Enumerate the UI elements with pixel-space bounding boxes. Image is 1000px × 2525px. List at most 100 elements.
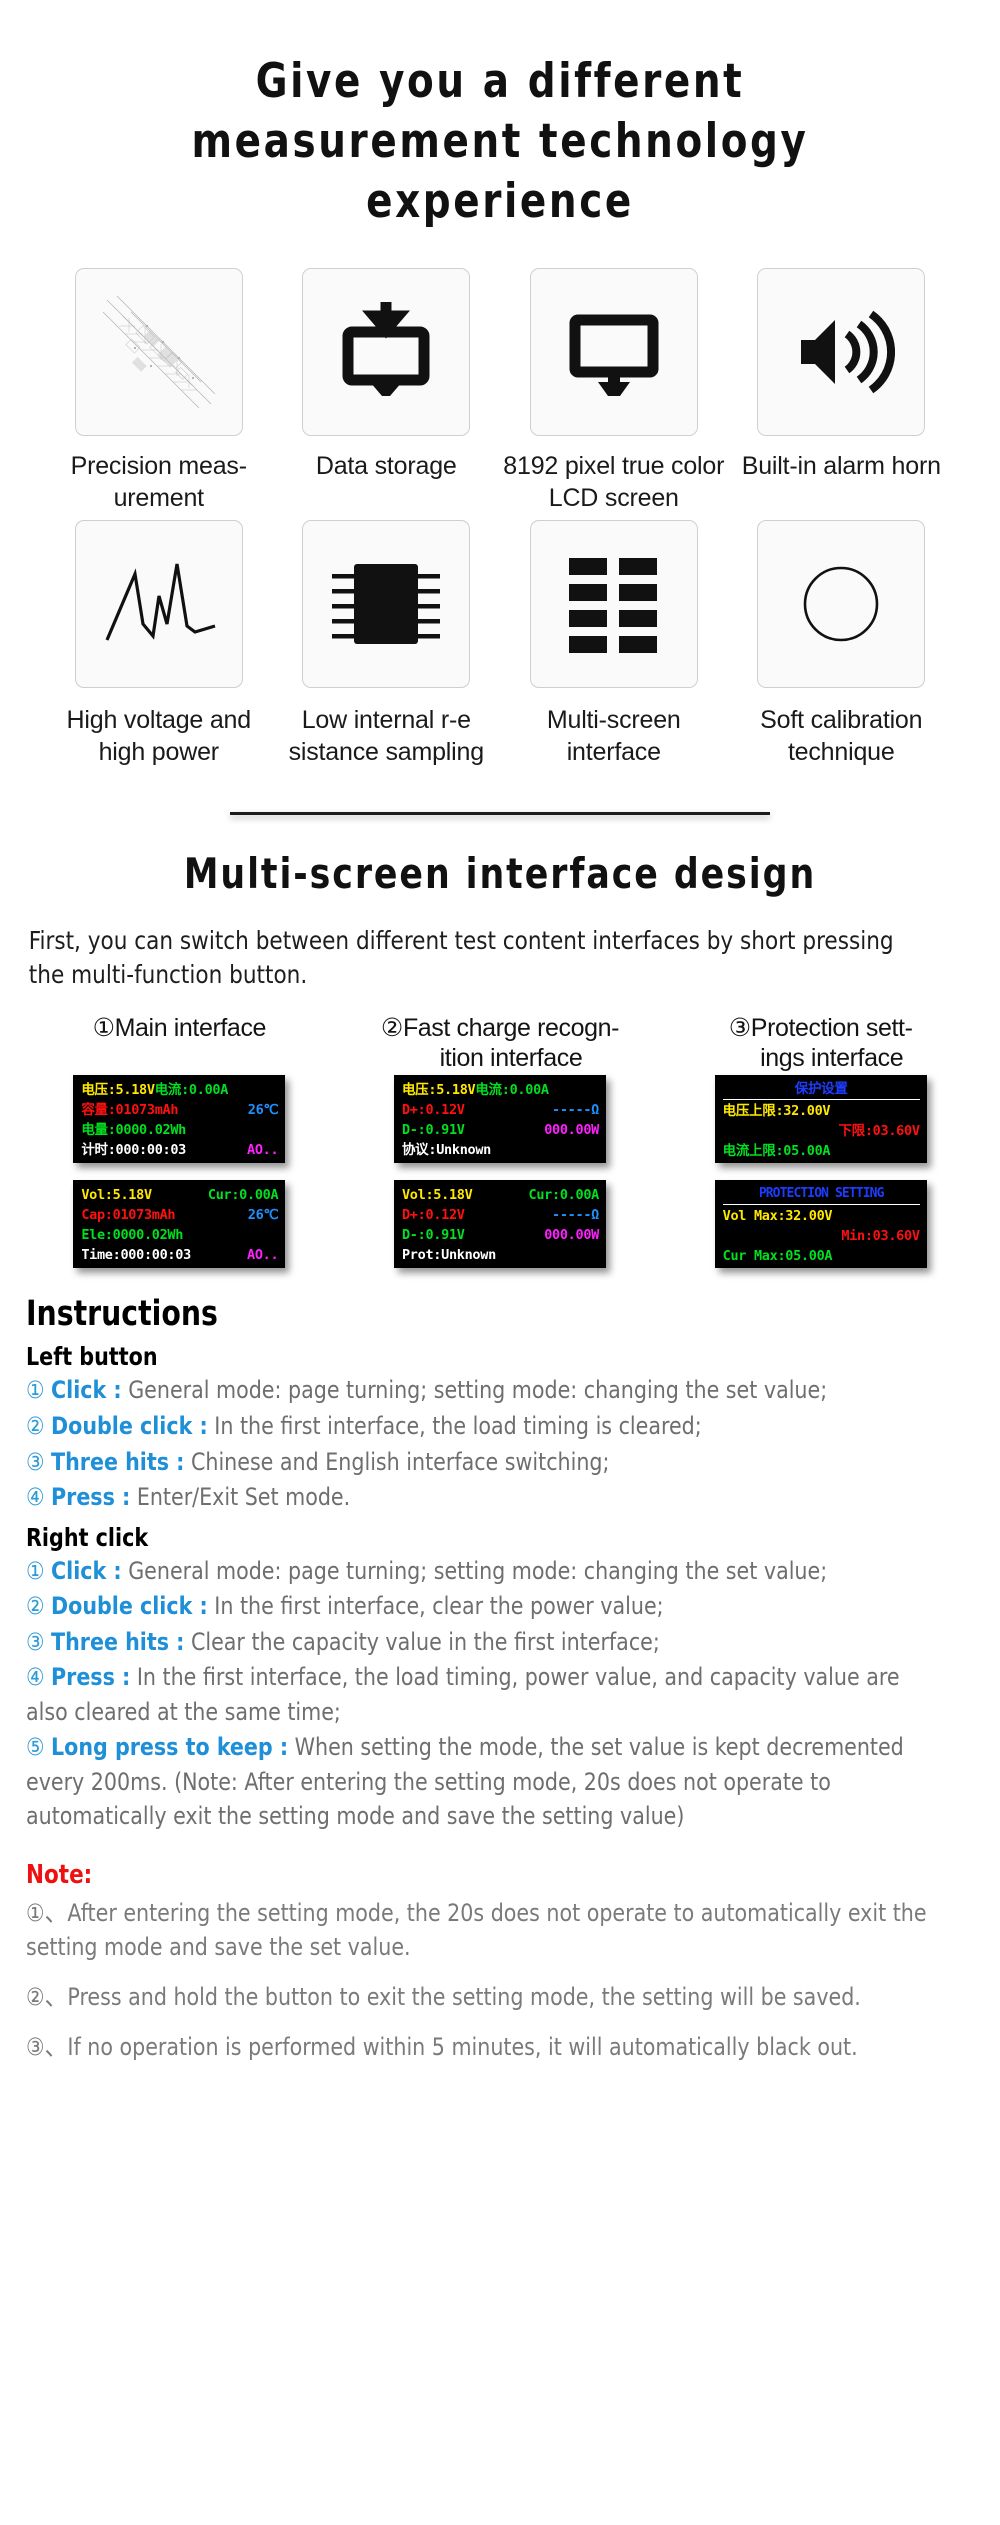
feature-icon-box	[74, 520, 243, 689]
lcd-cell: 电流:0.00A	[154, 1082, 229, 1099]
lcd-cell: D+:0.12V	[401, 1102, 465, 1119]
lcd-cell: 000.00W	[544, 1227, 599, 1244]
instructions-title: Instructions	[26, 1294, 218, 1335]
lcd-cell: Vol Max:32.00V	[722, 1208, 833, 1225]
feature-icon-box	[74, 268, 243, 437]
lcd-cell: Cur Max:05.00A	[722, 1248, 833, 1265]
lcd-screen-protection-cn: 保护设置 电压上限:32.00V 下限:03.60V 电流上限:05.00A	[714, 1075, 927, 1164]
item-marker: ④	[26, 1663, 45, 1692]
lcd-title: 保护设置	[722, 1080, 920, 1101]
instruction-item: ⑤ Long press to keep : When setting the …	[26, 1730, 931, 1834]
item-key: Click :	[51, 1376, 122, 1405]
item-marker: ①	[26, 1556, 45, 1585]
lcd-screen-main-en: Vol:5.18V Cur:0.00A Cap:01073mAh 26℃ Ele:0…	[73, 1180, 286, 1269]
feature-icon-box	[529, 268, 698, 437]
lcd-cell: 电压:5.18V	[401, 1082, 476, 1099]
speaker-alarm-icon	[801, 311, 896, 394]
note-item: ②、Press and hold the button to exit the …	[26, 1983, 861, 2012]
screen-heading: ③ Protection sett- ings interface	[729, 1013, 913, 1075]
lcd-cell: 26℃	[247, 1207, 279, 1224]
feature-item-precision-measurement: Precision meas- urement	[48, 268, 270, 514]
item-text: General mode: page turning; setting mode…	[121, 1376, 828, 1405]
lcd-cell: Vol:5.18V	[401, 1187, 473, 1204]
item-text: Clear the capacity value in the first in…	[184, 1627, 660, 1656]
item-marker: ④	[26, 1483, 45, 1512]
section-title-multi-screen: Multi-screen interface design	[183, 849, 817, 899]
feature-label: Precision meas- urement	[70, 452, 247, 513]
instructions-section: Instructions Left button ① Click : Gener…	[0, 1268, 1000, 2064]
item-text: Enter/Exit Set mode.	[130, 1483, 351, 1512]
instruction-item: ④ Press : Enter/Exit Set mode.	[26, 1480, 931, 1515]
lcd-cell: 000.00W	[544, 1122, 599, 1139]
lcd-screen-protection-en: PROTECTION SETTING Vol Max:32.00V Min:03…	[714, 1180, 927, 1269]
lcd-screen-fastcharge-cn: 电压:5.18V 电流:0.00A D+:0.12V -----Ω D-:0.91V…	[393, 1075, 606, 1164]
item-key: Three hits :	[51, 1627, 185, 1656]
lcd-cell: Prot:Unknown	[401, 1247, 496, 1264]
waveform-chart-icon	[105, 564, 216, 642]
ic-chip-icon	[332, 564, 441, 645]
item-text: In the first interface, the load timing …	[207, 1412, 702, 1441]
lcd-cell: 电流:0.00A	[475, 1082, 549, 1099]
lcd-cell: 电流上限:05.00A	[722, 1143, 831, 1160]
feature-item-lcd-screen: 8192 pixel true color LCD screen	[503, 268, 725, 514]
item-marker: ③	[26, 1447, 45, 1476]
item-marker: ②	[26, 1412, 45, 1441]
lcd-cell: AO..	[247, 1247, 279, 1264]
instruction-item: ③ Three hits : Chinese and English inter…	[26, 1445, 931, 1480]
item-key: Double click :	[51, 1592, 208, 1621]
item-key: Press :	[51, 1663, 131, 1692]
lcd-cell: -----Ω	[552, 1102, 599, 1119]
lcd-cell: D-:0.91V	[401, 1227, 465, 1244]
item-key: Double click :	[51, 1412, 208, 1441]
instruction-item: ④ Press : In the first interface, the lo…	[26, 1660, 931, 1729]
lcd-cell: Min:03.60V	[841, 1228, 920, 1245]
instructions-group-heading-left: Left button	[26, 1342, 158, 1372]
section-intro-text: First, you can switch between different …	[28, 926, 894, 989]
lcd-cell: 容量:01073mAh	[81, 1102, 179, 1119]
lcd-cell: 电量:0000.02Wh	[81, 1122, 187, 1139]
feature-label: Multi-screen interface	[546, 706, 681, 767]
lcd-cell: 下限:03.60V	[838, 1123, 920, 1140]
instruction-item: ③ Three hits : Clear the capacity value …	[26, 1625, 931, 1660]
lcd-cell: 电压:5.18V	[81, 1082, 155, 1099]
item-key: Long press to keep :	[51, 1733, 289, 1762]
note-item: ③、If no operation is performed within 5 …	[26, 2033, 858, 2062]
feature-label: Low internal r-e sistance sampling	[288, 706, 485, 767]
item-marker: ②	[26, 1592, 45, 1621]
screen-number: ③	[728, 1014, 751, 1043]
item-marker: ③	[26, 1627, 45, 1656]
monitor-download-icon	[342, 302, 430, 397]
item-text: General mode: page turning; setting mode…	[121, 1556, 828, 1585]
lcd-screen-main-cn: 电压:5.18V 电流:0.00A 容量:01073mAh 26℃ 电量:0000.…	[73, 1075, 286, 1164]
lcd-cell: 电压上限:32.00V	[722, 1103, 831, 1120]
lcd-cell: Cur:0.00A	[207, 1187, 279, 1204]
screen-column-fast-charge: ② Fast charge recogn- ition interface 电压:…	[345, 1013, 656, 1269]
screen-heading: ② Fast charge recogn- ition interface	[381, 1013, 620, 1075]
instructions-group-heading-right: Right click	[26, 1522, 149, 1552]
item-key: Three hits :	[51, 1447, 185, 1476]
grid-tiles-icon	[568, 558, 657, 654]
schematic-drawing-icon	[102, 296, 215, 409]
lcd-title: PROTECTION SETTING	[722, 1185, 920, 1206]
feature-item-high-voltage-power: High voltage and high power	[48, 520, 270, 768]
feature-icon-box	[757, 268, 926, 437]
instruction-item: ② Double click : In the first interface,…	[26, 1409, 931, 1444]
feature-icon-box	[757, 520, 926, 689]
lcd-cell: AO..	[247, 1142, 279, 1159]
lcd-cell: 计时:000:00:03	[81, 1142, 187, 1159]
screen-number: ①	[92, 1014, 115, 1043]
feature-label: Soft calibration technique	[760, 706, 923, 767]
feature-label: High voltage and high power	[66, 706, 252, 767]
lcd-cell: -----Ω	[552, 1207, 599, 1224]
lcd-cell: Vol:5.18V	[81, 1187, 152, 1204]
lcd-cell: Ele:0000.02Wh	[81, 1227, 184, 1244]
feature-label: Data storage	[315, 452, 457, 481]
item-text: In the first interface, the load timing,…	[26, 1663, 900, 1726]
note-item: ①、After entering the setting mode, the 2…	[26, 1899, 927, 1962]
screen-column-main-interface: ① Main interface 电压:5.18V 电流:0.00A 容量:0107…	[24, 1013, 335, 1269]
feature-label: 8192 pixel true color LCD screen	[503, 452, 725, 513]
item-key: Press :	[51, 1483, 131, 1512]
instruction-item: ① Click : General mode: page turning; se…	[26, 1554, 931, 1589]
circle-outline-icon	[803, 567, 879, 642]
instruction-item: ② Double click : In the first interface,…	[26, 1589, 931, 1624]
